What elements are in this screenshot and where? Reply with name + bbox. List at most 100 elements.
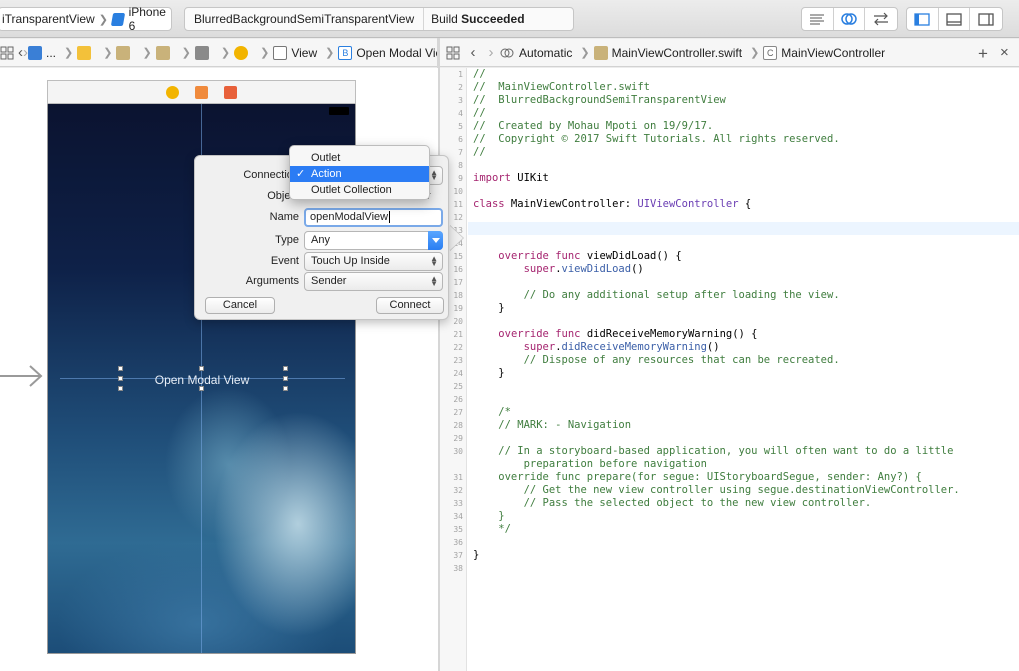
first-responder-icon[interactable] <box>195 85 208 99</box>
connect-button[interactable]: Connect <box>376 297 444 314</box>
jump-swift-file[interactable]: MainViewController.swift <box>593 45 743 60</box>
name-input[interactable]: openModalView <box>304 208 443 227</box>
connection-type-menu: Outlet ✓ Action Outlet Collection <box>289 145 430 200</box>
line-number: 24 <box>453 369 463 378</box>
code-token: () <box>706 341 720 353</box>
code-line: import UIKit <box>473 172 549 185</box>
code-line: super.viewDidLoad() <box>473 263 644 276</box>
code-token: super <box>523 263 556 275</box>
code-jump-bar: ‹ › Automatic ❯ MainViewController.swift… <box>440 39 1019 67</box>
menu-item-action[interactable]: ✓ Action <box>290 166 429 182</box>
dropdown-arrow-icon[interactable] <box>428 231 443 250</box>
exit-icon[interactable] <box>224 85 237 99</box>
jump-class-label: MainViewController <box>781 45 886 60</box>
utilities-toggle-button[interactable] <box>970 8 1002 30</box>
standard-editor-icon <box>810 14 825 25</box>
text-cursor <box>389 211 391 223</box>
line-number: 32 <box>453 486 463 495</box>
name-label: Name <box>269 211 299 223</box>
arguments-label: Arguments <box>245 275 299 287</box>
resize-handle[interactable] <box>118 376 123 381</box>
event-value: Touch Up Inside <box>311 255 390 267</box>
jump-storyboard[interactable] <box>116 45 134 60</box>
jump-folder[interactable] <box>77 45 95 60</box>
code-token: // In a storyboard-based application, yo… <box>473 445 954 457</box>
assistant-editor-button[interactable] <box>834 8 866 30</box>
toolbar: iTransparentView ❯ iPhone 6 BlurredBackg… <box>0 0 1019 38</box>
related-items-button[interactable] <box>0 46 14 60</box>
related-items-button[interactable] <box>446 46 460 60</box>
arguments-select[interactable]: Sender ▲ ▼ <box>304 272 443 291</box>
code-token: override <box>498 328 549 340</box>
event-select[interactable]: Touch Up Inside ▲ ▼ <box>304 252 443 271</box>
code-token: } <box>473 302 505 314</box>
version-editor-button[interactable] <box>865 8 897 30</box>
forward-arrow-icon[interactable]: › <box>482 44 500 61</box>
navigator-toggle-button[interactable] <box>907 8 939 30</box>
popover-arrow <box>449 225 463 251</box>
line-number: 36 <box>453 538 463 547</box>
jump-class[interactable]: C MainViewController <box>763 45 886 60</box>
code-line: } <box>473 549 479 562</box>
type-label: Type <box>275 234 299 246</box>
code-token: func <box>555 250 581 262</box>
jump-project[interactable]: ... <box>28 45 56 60</box>
jump-scene[interactable] <box>194 45 213 60</box>
code-line: // <box>473 68 486 81</box>
resize-handle[interactable] <box>283 376 288 381</box>
line-number: 6 <box>458 135 463 144</box>
resize-handle[interactable] <box>118 366 123 371</box>
project-file-icon <box>28 45 42 60</box>
code-line: override func viewDidLoad() { <box>473 250 681 263</box>
resize-handle[interactable] <box>283 366 288 371</box>
resize-handle[interactable] <box>118 386 123 391</box>
jump-file-label: MainViewController.swift <box>611 45 743 60</box>
debug-area-toggle-button[interactable] <box>939 8 971 30</box>
type-combo[interactable]: Any <box>304 231 443 250</box>
jump-view-label: View <box>291 45 318 60</box>
name-row: Name openModalView <box>195 208 450 227</box>
scene-icon <box>194 45 209 60</box>
storyboard-jump-bar: ‹ › ... ❯ ❯ ❯ ❯ ❯ ❯ View ❯ B Open Modal V… <box>0 39 437 67</box>
code-line: // Do any additional setup after loading… <box>473 289 840 302</box>
jump-view[interactable]: View <box>273 45 318 60</box>
code-line: override func didReceiveMemoryWarning() … <box>473 328 757 341</box>
updown-icon: ▲ ▼ <box>430 274 438 288</box>
updown-icon: ▲ ▼ <box>430 254 438 268</box>
add-editor-button[interactable]: + <box>978 44 988 64</box>
close-editor-button[interactable]: × <box>1000 44 1009 61</box>
jump-button[interactable]: BOpen Modal View <box>338 45 437 60</box>
standard-editor-button[interactable] <box>802 8 834 30</box>
view-controller-icon[interactable] <box>166 85 179 99</box>
jump-automatic[interactable]: Automatic <box>500 46 572 60</box>
menu-item-outlet-collection[interactable]: Outlet Collection <box>290 182 429 198</box>
code-token: } <box>473 367 505 379</box>
code-token: // Get the new view controller using seg… <box>473 484 960 496</box>
code-editor[interactable]: 1 2 3 4 5 6 7 8 9 10 11 12 13 14 15 16 17 18 19 20 21 22 23 24 2… <box>440 68 1019 671</box>
scheme-target: iTransparentView <box>2 12 95 26</box>
code-line: preparation before navigation <box>473 458 707 471</box>
jump-view-controller[interactable] <box>234 45 252 60</box>
back-arrow-icon[interactable]: ‹ <box>464 44 482 61</box>
resize-handle[interactable] <box>283 386 288 391</box>
class-icon: C <box>763 45 778 60</box>
line-number: 21 <box>453 330 463 339</box>
activity-project-name: BlurredBackgroundSemiTransparentView <box>185 8 425 30</box>
resize-handle[interactable] <box>199 386 204 391</box>
scheme-selector[interactable]: iTransparentView ❯ iPhone 6 <box>0 5 172 33</box>
code-token: class <box>473 198 505 210</box>
grid-icon <box>446 46 460 59</box>
code-line: // Copyright © 2017 Swift Tutorials. All… <box>473 133 840 146</box>
code-token: didReceiveMemoryWarning <box>561 341 707 353</box>
menu-item-outlet[interactable]: Outlet <box>290 150 429 166</box>
build-status-prefix: Build <box>431 12 462 26</box>
jump-storyboard-base[interactable] <box>155 45 174 60</box>
code-line: // <box>473 107 486 120</box>
name-input-value: openModalView <box>310 211 389 223</box>
code-token: // MainViewController.swift <box>473 81 651 93</box>
resize-handle[interactable] <box>199 366 204 371</box>
cancel-button[interactable]: Cancel <box>205 297 275 314</box>
line-number: 1 <box>458 70 463 79</box>
code-line: /* <box>473 406 511 419</box>
